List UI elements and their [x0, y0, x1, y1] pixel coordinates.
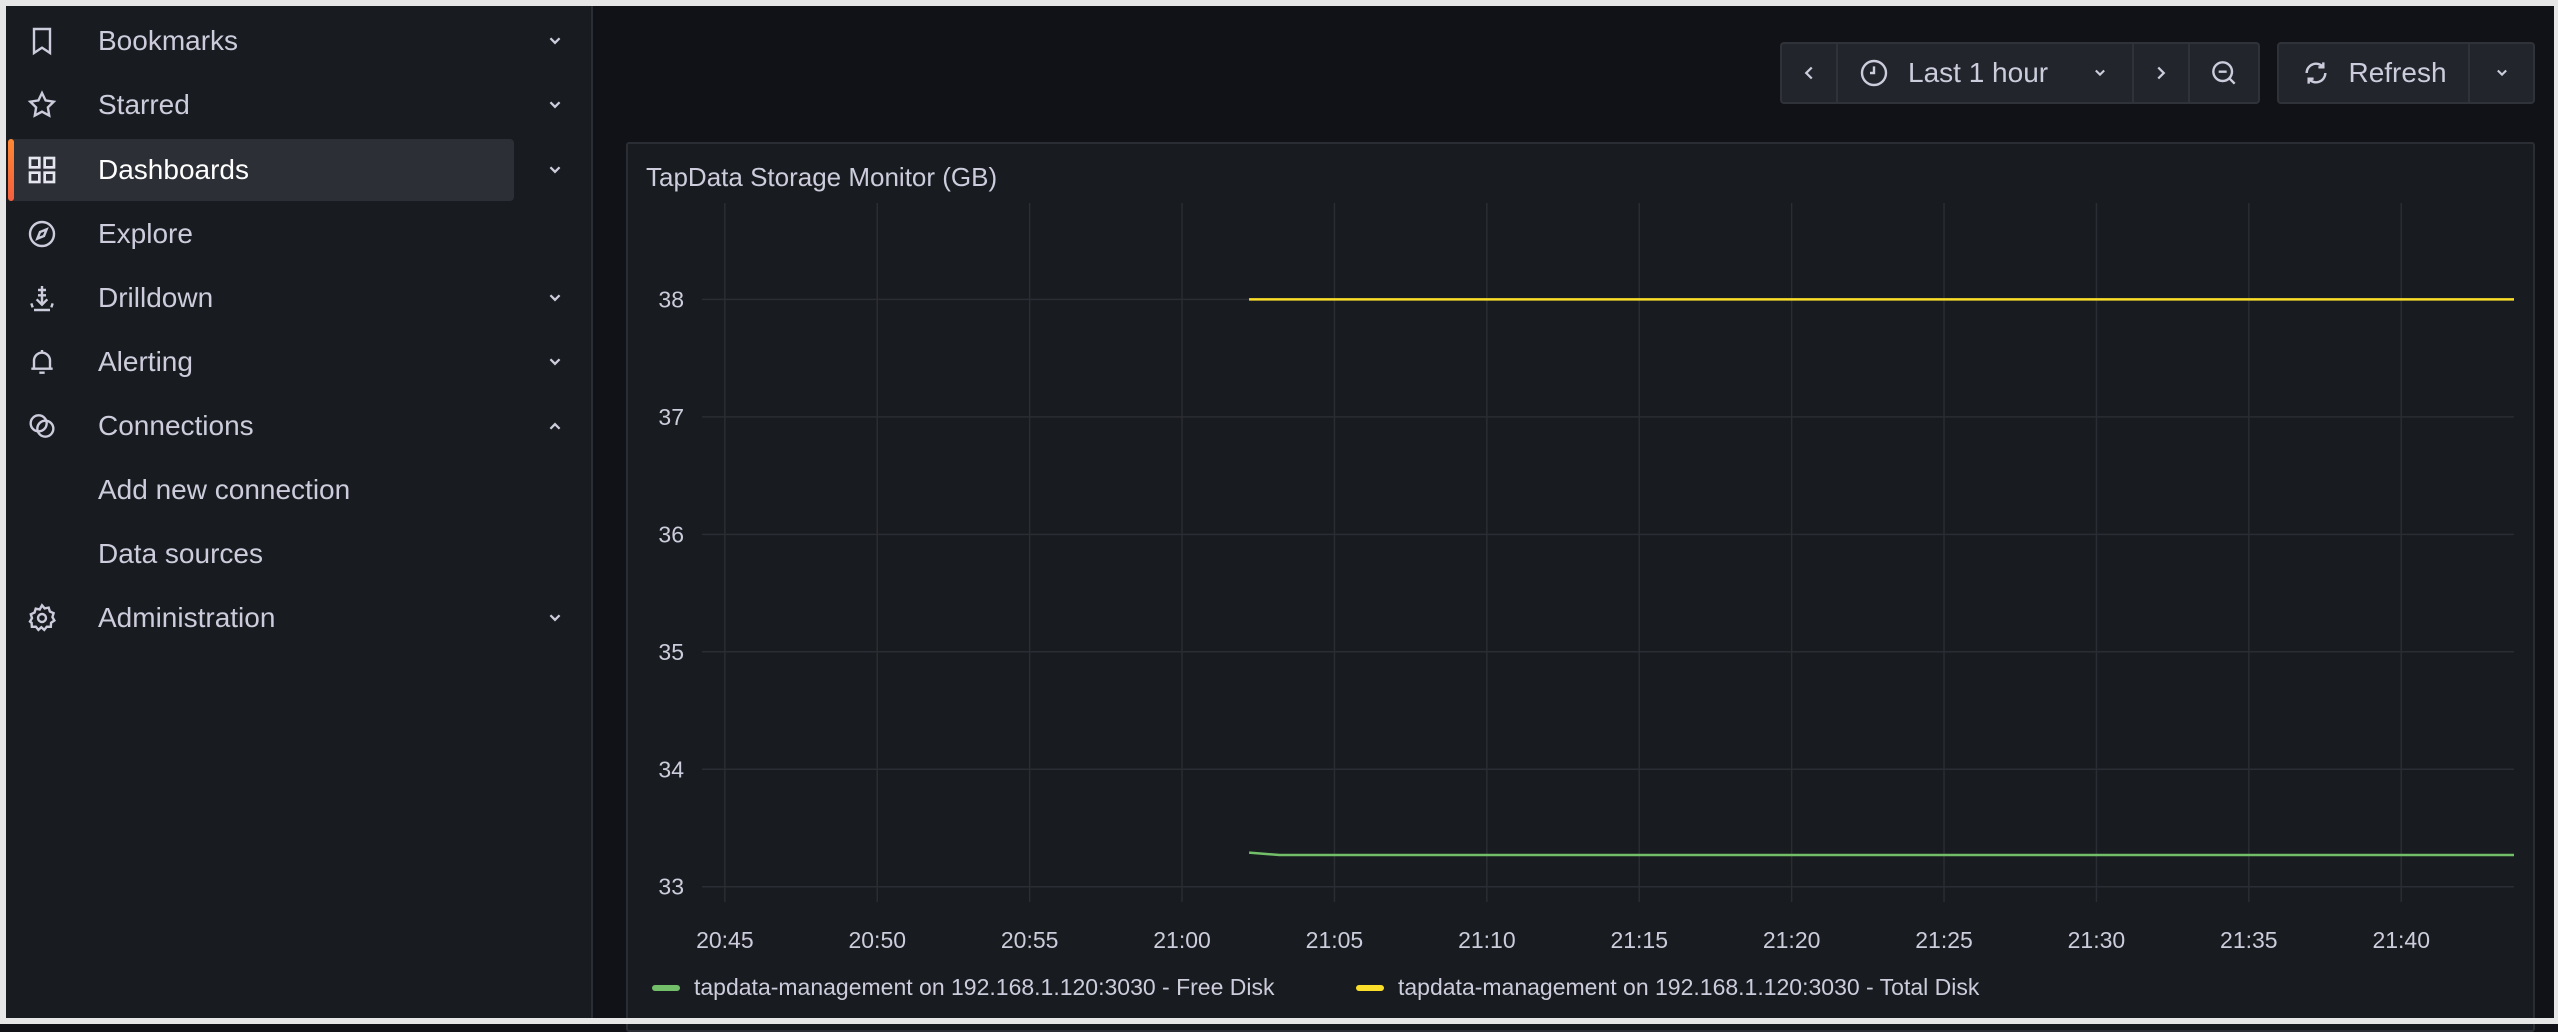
drilldown-icon	[26, 282, 58, 314]
sidebar-item-label: Administration	[98, 602, 275, 634]
chart[interactable]: 33 34 35 36 37 38 20:45 20:50 20:55 21:00 21:05 21:…	[628, 144, 2537, 964]
chevron-down-icon	[2492, 63, 2512, 83]
sidebar: Bookmarks Starred Dashboards Explore Dri…	[0, 0, 593, 1024]
series-line-0	[1249, 853, 2514, 855]
sidebar-item-alerting[interactable]: Alerting	[0, 331, 593, 393]
bell-icon	[26, 346, 58, 378]
time-range-label: Last 1 hour	[1908, 57, 2048, 89]
chevron-down-icon[interactable]	[544, 351, 566, 373]
sidebar-item-label: Starred	[98, 89, 190, 121]
dashboards-grid-icon	[26, 154, 58, 186]
refresh-button[interactable]: Refresh	[2277, 42, 2470, 104]
time-range-picker[interactable]: Last 1 hour	[1836, 42, 2134, 104]
chevron-right-icon	[2150, 62, 2172, 84]
x-tick-label: 20:45	[696, 927, 754, 953]
x-tick-label: 21:25	[1915, 927, 1973, 953]
legend-label: tapdata-management on 192.168.1.120:3030…	[694, 974, 1275, 1001]
x-tick-label: 21:20	[1763, 927, 1821, 953]
active-indicator	[8, 139, 14, 201]
sidebar-item-administration[interactable]: Administration	[0, 587, 593, 649]
x-tick-label: 21:15	[1610, 927, 1668, 953]
sidebar-item-label: Bookmarks	[98, 25, 238, 57]
legend-swatch	[1356, 985, 1384, 991]
chevron-down-icon[interactable]	[544, 287, 566, 309]
gear-icon	[26, 602, 58, 634]
x-tick-label: 21:10	[1458, 927, 1516, 953]
sidebar-item-label: Connections	[98, 410, 254, 442]
chevron-up-icon[interactable]	[544, 415, 566, 437]
sidebar-item-connections[interactable]: Connections	[0, 395, 593, 457]
sidebar-item-bookmarks[interactable]: Bookmarks	[0, 10, 593, 72]
chevron-down-icon[interactable]	[544, 607, 566, 629]
sidebar-item-label: Alerting	[98, 346, 193, 378]
chevron-down-icon[interactable]	[544, 30, 566, 52]
sidebar-item-starred[interactable]: Starred	[0, 74, 593, 136]
clock-icon	[1858, 57, 1890, 89]
legend-swatch	[652, 985, 680, 991]
sidebar-item-add-new-connection[interactable]: Add new connection	[0, 459, 593, 521]
x-tick-label: 21:00	[1153, 927, 1211, 953]
zoom-out-button[interactable]	[2188, 42, 2260, 104]
sidebar-item-dashboards[interactable]: Dashboards	[0, 139, 593, 201]
legend-item-total-disk[interactable]: tapdata-management on 192.168.1.120:3030…	[1356, 974, 1979, 1001]
y-tick-label: 33	[658, 874, 684, 900]
time-range-back-button[interactable]	[1780, 42, 1838, 104]
refresh-interval-dropdown[interactable]	[2468, 42, 2535, 104]
sidebar-item-label: Add new connection	[98, 474, 350, 506]
x-tick-label: 21:40	[2372, 927, 2430, 953]
y-tick-label: 36	[658, 521, 684, 547]
sidebar-item-explore[interactable]: Explore	[0, 203, 593, 265]
y-tick-label: 38	[658, 286, 684, 312]
refresh-label: Refresh	[2348, 57, 2446, 89]
sidebar-item-label: Explore	[98, 218, 193, 250]
legend-label: tapdata-management on 192.168.1.120:3030…	[1398, 974, 1979, 1001]
star-icon	[26, 89, 58, 121]
chevron-down-icon[interactable]	[544, 94, 566, 116]
x-tick-label: 21:30	[2068, 927, 2126, 953]
chevron-down-icon	[2090, 63, 2110, 83]
timeseries-panel: TapData Storage Monitor (GB) 33343536373…	[626, 142, 2535, 1032]
y-tick-label: 34	[658, 756, 684, 782]
sidebar-item-data-sources[interactable]: Data sources	[0, 523, 593, 585]
compass-icon	[26, 218, 58, 250]
refresh-icon	[2300, 57, 2332, 89]
sidebar-item-label: Dashboards	[98, 154, 249, 186]
x-tick-label: 20:50	[848, 927, 906, 953]
sidebar-item-label: Data sources	[98, 538, 263, 570]
sidebar-item-drilldown[interactable]: Drilldown	[0, 267, 593, 329]
chevron-left-icon	[1798, 62, 1820, 84]
sidebar-item-label: Drilldown	[98, 282, 213, 314]
y-tick-label: 35	[658, 639, 684, 665]
legend-item-free-disk[interactable]: tapdata-management on 192.168.1.120:3030…	[652, 974, 1275, 1001]
x-tick-label: 21:05	[1306, 927, 1364, 953]
y-tick-label: 37	[658, 404, 684, 430]
x-tick-label: 21:35	[2220, 927, 2278, 953]
bookmark-icon	[26, 25, 58, 57]
time-range-forward-button[interactable]	[2132, 42, 2190, 104]
chevron-down-icon[interactable]	[544, 159, 566, 181]
zoom-out-icon	[2208, 57, 2240, 89]
connections-icon	[26, 410, 58, 442]
x-tick-label: 20:55	[1001, 927, 1059, 953]
